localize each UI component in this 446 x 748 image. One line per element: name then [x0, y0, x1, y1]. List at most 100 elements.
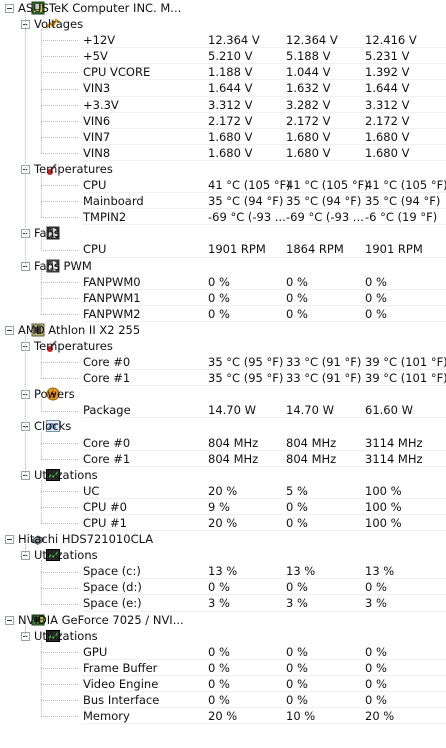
tree-connector: [41, 571, 78, 573]
sensor-max: 20 %: [365, 709, 395, 724]
sensor-max: 0 %: [365, 580, 387, 595]
collapse-toggle[interactable]: [5, 325, 14, 335]
tree-connector: [41, 431, 42, 459]
sensor-max: 61.60 W: [365, 403, 413, 418]
sensor-min: -69 °C (-93 ...: [286, 210, 364, 225]
sensor-value: 804 MHz: [208, 451, 259, 466]
sensor-min: 0 %: [286, 274, 308, 289]
sensor-value: 20 %: [208, 516, 238, 530]
tree-connector: [41, 201, 78, 203]
tree-connector: [41, 88, 78, 90]
collapse-toggle[interactable]: [5, 535, 14, 545]
sensor-min: 1.044 V: [286, 65, 331, 80]
sensor-name: +12V: [83, 33, 116, 48]
sensor-max: 0 %: [365, 274, 387, 289]
collapse-toggle[interactable]: [5, 615, 14, 625]
sensor-name: +5V: [83, 49, 108, 64]
tree-connector: [41, 136, 78, 138]
sensor-min: 5 %: [286, 483, 308, 498]
sensor-group-row[interactable]: Clocks: [0, 418, 446, 434]
sensor-min: 0 %: [286, 499, 308, 514]
sensor-name: CPU: [83, 242, 107, 257]
group-name: Utilizations: [34, 628, 98, 643]
sensor-value: 35 °C (94 °F): [208, 194, 284, 209]
tree-connector: [41, 152, 78, 154]
sensor-value: 804 MHz: [208, 435, 259, 450]
device-row[interactable]: NVIDIA GeForce 7025 / NVI...: [0, 612, 446, 628]
sensor-group-row[interactable]: Temperatures: [0, 161, 446, 177]
sensor-min: 804 MHz: [286, 451, 337, 466]
device-row[interactable]: ASUSTeK Computer INC. M...: [0, 0, 446, 16]
sensor-min: 804 MHz: [286, 435, 337, 450]
tree-connector: [41, 479, 42, 524]
sensor-value: 0 %: [208, 676, 230, 691]
sensor-value: 1901 RPM: [208, 242, 266, 257]
sensor-max: 12.416 V: [365, 33, 417, 48]
sensor-group-row[interactable]: Fans PWM: [0, 258, 446, 274]
sensor-min: 13 %: [286, 564, 316, 579]
sensor-value: 0 %: [208, 274, 230, 289]
sensor-name: FANPWM2: [83, 306, 141, 321]
sensor-min: 33 °C (91 °F): [286, 371, 362, 386]
sensor-max: 0 %: [365, 290, 387, 305]
sensor-min: 14.70 W: [286, 403, 334, 418]
sensor-min: 1.632 V: [286, 81, 331, 96]
tree-connector: [41, 458, 78, 460]
sensor-value: 5.210 V: [208, 49, 253, 64]
device-row[interactable]: AMD Athlon II X2 255: [0, 322, 446, 338]
sensor-name: +3.3V: [83, 97, 119, 112]
sensor-value: 1.644 V: [208, 81, 253, 96]
sensor-value: 14.70 W: [208, 403, 256, 418]
sensor-name: Space (e:): [83, 596, 142, 611]
sensor-group-row[interactable]: Utilizations: [0, 547, 446, 563]
sensor-group-row[interactable]: Temperatures: [0, 338, 446, 354]
sensor-max: -6 °C (19 °F): [365, 210, 438, 225]
sensor-max: 0 %: [365, 660, 387, 675]
device-name: AMD Athlon II X2 255: [18, 322, 141, 337]
group-name: Fans: [34, 226, 60, 241]
sensor-max: 3114 MHz: [365, 435, 423, 450]
sensor-max: 13 %: [365, 564, 395, 579]
collapse-toggle[interactable]: [5, 4, 14, 13]
sensor-group-row[interactable]: Fans: [0, 225, 446, 241]
sensor-tree: ASUSTeK Computer INC. M... Voltages +12V 12…: [0, 0, 446, 725]
sensor-name: Core #1: [83, 371, 131, 386]
tree-connector: [41, 120, 78, 122]
sensor-min: 1.680 V: [286, 145, 331, 160]
tree-connector: [41, 587, 78, 589]
tree-connector: [41, 297, 78, 299]
tree-connector: [41, 684, 78, 686]
device-name: NVIDIA GeForce 7025 / NVI...: [18, 612, 184, 627]
tree-connector: [41, 716, 78, 718]
sensor-group-row[interactable]: Utilizations: [0, 467, 446, 483]
sensor-min: 33 °C (91 °F): [286, 355, 362, 370]
sensor-max: 1.392 V: [365, 65, 410, 80]
sensor-value: 3 %: [208, 596, 230, 611]
sensor-value: 0 %: [208, 644, 230, 659]
sensor-name: VIN7: [83, 129, 111, 144]
tree-connector: [41, 217, 78, 219]
device-name: ASUSTeK Computer INC. M...: [18, 1, 182, 15]
sensor-max: 0 %: [365, 644, 387, 659]
sensor-max: 0 %: [365, 693, 387, 708]
sensor-min: 0 %: [286, 693, 308, 708]
sensor-group-row[interactable]: Powers: [0, 386, 446, 402]
sensor-value: 13 %: [208, 564, 238, 579]
tree-connector: [41, 491, 78, 492]
sensor-max: 1.680 V: [365, 129, 410, 144]
sensor-min: 10 %: [286, 709, 316, 724]
sensor-name: Core #0: [83, 435, 131, 450]
sensor-name: Memory: [83, 709, 130, 724]
tree-connector: [41, 560, 42, 604]
sensor-group-row[interactable]: Utilizations: [0, 628, 446, 644]
sensor-max: 41 °C (105 °F): [365, 178, 446, 193]
sensor-group-row[interactable]: Voltages: [0, 16, 446, 32]
group-name: Utilizations: [34, 548, 98, 563]
sensor-min: 0 %: [286, 660, 308, 675]
device-row[interactable]: Hitachi HDS721010CLA: [0, 531, 446, 547]
sensor-name: CPU #0: [83, 499, 127, 514]
tree-connector: [25, 544, 26, 556]
tree-connector: [41, 652, 78, 653]
sensor-name: Bus Interface: [83, 693, 160, 708]
sensor-value: 1.680 V: [208, 129, 253, 144]
